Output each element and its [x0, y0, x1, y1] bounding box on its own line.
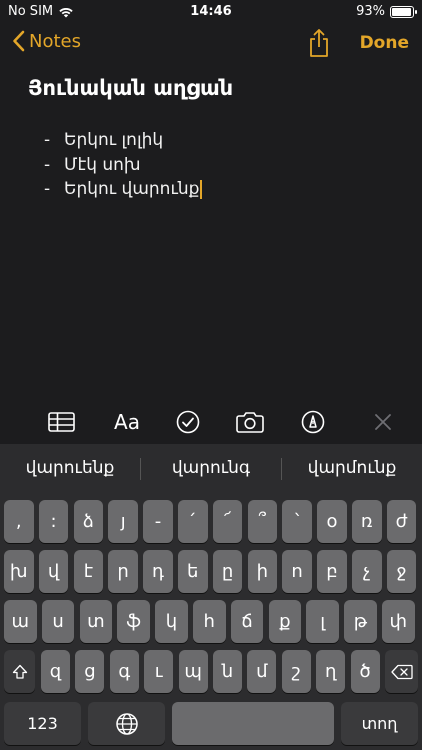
key[interactable]: տ — [79, 600, 113, 643]
numbers-key[interactable]: 123 — [4, 702, 81, 745]
delete-key[interactable] — [385, 650, 418, 693]
text-cursor — [200, 179, 203, 199]
battery-icon — [390, 5, 417, 18]
table-icon — [47, 412, 75, 432]
key[interactable]: ը — [212, 550, 243, 593]
shift-key[interactable] — [4, 650, 35, 693]
checklist-button[interactable] — [174, 408, 202, 436]
key[interactable]: ջ — [386, 550, 417, 593]
note-title[interactable]: Յունական աղցան — [28, 76, 233, 100]
close-toolbar-button[interactable] — [371, 408, 395, 436]
key[interactable]: ՞ — [247, 500, 278, 543]
pen-icon — [301, 410, 325, 434]
key[interactable]: կ — [155, 600, 188, 643]
markup-button[interactable] — [299, 408, 327, 436]
key[interactable]: զ — [41, 650, 70, 693]
status-right: 93% — [356, 4, 417, 19]
key[interactable]: դ — [143, 550, 173, 593]
key[interactable]: ճ — [230, 600, 264, 643]
key[interactable]: ֆ — [117, 600, 150, 643]
key[interactable]: լ — [306, 600, 339, 643]
list-dash: - — [44, 154, 51, 175]
globe-icon — [115, 712, 138, 735]
key[interactable]: ժ — [386, 500, 417, 543]
key[interactable]: ձ — [73, 500, 104, 543]
key[interactable]: խ — [4, 550, 34, 593]
key[interactable]: ա — [4, 600, 37, 643]
nav-bar: Notes Done — [0, 26, 422, 62]
key[interactable]: ՝ — [282, 500, 312, 543]
key[interactable]: ր — [108, 550, 138, 593]
key[interactable]: յ — [108, 500, 138, 543]
key[interactable]: ի — [247, 550, 278, 593]
key[interactable]: ե — [178, 550, 208, 593]
list-dash: - — [44, 130, 51, 151]
close-icon — [375, 414, 391, 430]
key[interactable]: ց — [75, 650, 105, 693]
note-list[interactable]: - Երկու լոլիկ - Մէկ սոխ - Երկու վարունք — [44, 128, 203, 202]
battery-percent: 93% — [356, 4, 385, 19]
list-dash: - — [44, 179, 51, 200]
note-editor[interactable] — [0, 62, 422, 402]
key[interactable]: գ — [109, 650, 139, 693]
key[interactable]: ռ — [352, 500, 382, 543]
key[interactable]: ւ — [144, 650, 174, 693]
key[interactable]: ո — [282, 550, 312, 593]
table-button[interactable] — [46, 408, 76, 436]
key[interactable]: թ — [344, 600, 377, 643]
key[interactable]: ք — [268, 600, 302, 643]
format-button[interactable]: Aa — [108, 408, 146, 436]
list-item-text[interactable]: Մէկ սոխ — [64, 155, 141, 175]
list-item-text[interactable]: Երկու վարունք — [64, 179, 199, 199]
suggestion-2[interactable]: վարունգ — [141, 458, 281, 478]
delete-icon — [390, 664, 413, 679]
key[interactable]: ղ — [316, 650, 346, 693]
key[interactable]: վ — [38, 550, 69, 593]
key[interactable]: շ — [281, 650, 311, 693]
list-item[interactable]: - Երկու վարունք — [44, 177, 203, 202]
list-item[interactable]: - Մէկ սոխ — [44, 153, 202, 178]
key[interactable]: - — [143, 500, 173, 543]
space-key[interactable] — [172, 702, 334, 745]
back-label: Notes — [29, 30, 81, 52]
key[interactable]: բ — [317, 550, 347, 593]
key[interactable]: , — [4, 500, 34, 543]
key[interactable]: ՛ — [178, 500, 208, 543]
done-button[interactable]: Done — [360, 33, 409, 53]
key[interactable]: է — [73, 550, 104, 593]
key[interactable]: ծ — [350, 650, 380, 693]
key[interactable]: ս — [41, 600, 75, 643]
share-icon — [310, 29, 328, 57]
key[interactable]: փ — [382, 600, 415, 643]
checklist-icon — [176, 410, 200, 434]
key[interactable]: ՜ — [212, 500, 243, 543]
share-button[interactable] — [306, 28, 332, 62]
key[interactable]: չ — [352, 550, 382, 593]
list-item[interactable]: - Երկու լոլիկ — [44, 128, 202, 153]
suggestion-1[interactable]: վարուենք — [0, 458, 140, 478]
shift-icon — [12, 664, 27, 679]
key[interactable]: մ — [247, 650, 277, 693]
globe-key[interactable] — [88, 702, 165, 745]
camera-icon — [236, 412, 264, 433]
back-button[interactable]: Notes — [12, 30, 81, 52]
key[interactable]: ն — [213, 650, 242, 693]
format-toolbar: Aa — [0, 402, 422, 442]
keyboard: վարուենք վարունգ վարմունք ,: ձ յ - ՛ ՜ ՞ ՝ օ ռ ժ խ վ… — [0, 444, 422, 750]
camera-button[interactable] — [235, 408, 265, 436]
key[interactable]: պ — [178, 650, 208, 693]
chevron-left-icon — [13, 30, 25, 52]
key[interactable]: : — [38, 500, 69, 543]
suggestion-3[interactable]: վարմունք — [282, 458, 422, 478]
status-bar: No SIM 14:46 93% — [0, 0, 422, 24]
return-key[interactable]: տող — [341, 702, 418, 745]
list-item-text[interactable]: Երկու լոլիկ — [64, 130, 163, 150]
key[interactable]: օ — [317, 500, 347, 543]
key[interactable]: հ — [193, 600, 226, 643]
suggestion-bar: վարուենք վարունգ վարմունք — [0, 444, 422, 494]
